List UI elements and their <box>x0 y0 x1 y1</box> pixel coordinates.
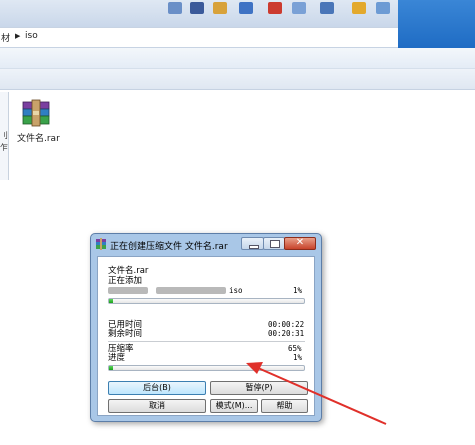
maximize-button[interactable] <box>263 237 285 250</box>
dialog-body: 文件名.rar 正在添加 iso 1% 已用时间 00:00:22 剩余时间 0… <box>97 256 315 416</box>
help-button[interactable]: 帮助 <box>261 399 308 413</box>
window-header-decoration <box>398 0 475 48</box>
file-progress-bar <box>108 298 305 304</box>
overall-progress-bar <box>108 365 305 371</box>
minimize-button[interactable] <box>241 237 264 250</box>
mode-button[interactable]: 模式(M)... <box>210 399 258 413</box>
breadcrumb-prev[interactable]: 材 <box>1 31 10 44</box>
blurred-filename <box>156 287 226 294</box>
current-file-ext: iso <box>229 286 243 295</box>
toolbar-icon[interactable] <box>168 2 182 14</box>
background-button[interactable]: 后台(B) <box>108 381 206 395</box>
minimize-icon <box>249 245 259 249</box>
address-bar[interactable]: 材 ▶ iso <box>0 27 398 48</box>
adding-status-label: 正在添加 <box>108 276 143 286</box>
file-progress-percent: 1% <box>293 286 303 295</box>
blurred-path <box>108 287 148 294</box>
close-button[interactable]: ✕ <box>284 237 316 250</box>
toolbar-icon[interactable] <box>268 2 282 14</box>
overall-progress-fill <box>109 366 113 370</box>
remaining-time-value: 00:20:31 <box>268 329 305 338</box>
winrar-archive-icon[interactable] <box>20 99 52 127</box>
compression-progress-dialog: 正在创建压缩文件 文件名.rar ✕ 文件名.rar 正在添加 iso 1% 已… <box>90 233 322 422</box>
toolbar-icon[interactable] <box>320 2 334 14</box>
close-icon: ✕ <box>295 237 305 248</box>
file-progress-fill <box>109 299 113 303</box>
file-name-label[interactable]: 文件名.rar <box>17 131 60 144</box>
maximize-icon <box>270 240 280 248</box>
pause-button[interactable]: 暂停(P) <box>210 381 308 395</box>
dialog-title: 正在创建压缩文件 文件名.rar <box>110 242 228 252</box>
toolbar-icon[interactable] <box>292 2 306 14</box>
toolbar-icon[interactable] <box>239 2 253 14</box>
progress-value: 1% <box>293 353 303 362</box>
archive-name-label: 文件名.rar <box>108 266 149 276</box>
nav-fragment: 乍 <box>0 143 8 152</box>
winrar-title-icon <box>96 238 106 250</box>
toolbar-icon[interactable] <box>190 2 204 14</box>
nav-fragment: 刂 <box>0 131 8 140</box>
breadcrumb-separator-icon: ▶ <box>15 32 21 40</box>
navigation-pane[interactable]: 刂 乍 <box>0 92 9 180</box>
command-bar-lower <box>0 69 475 90</box>
cancel-button[interactable]: 取消 <box>108 399 206 413</box>
toolbar-icon[interactable] <box>213 2 227 14</box>
remaining-time-label: 剩余时间 <box>108 329 143 339</box>
divider <box>108 341 305 342</box>
progress-label: 进度 <box>108 353 126 363</box>
toolbar-icon[interactable] <box>376 2 390 14</box>
breadcrumb-current[interactable]: iso <box>25 31 38 41</box>
toolbar-icon[interactable] <box>352 2 366 14</box>
command-bar <box>0 48 475 69</box>
